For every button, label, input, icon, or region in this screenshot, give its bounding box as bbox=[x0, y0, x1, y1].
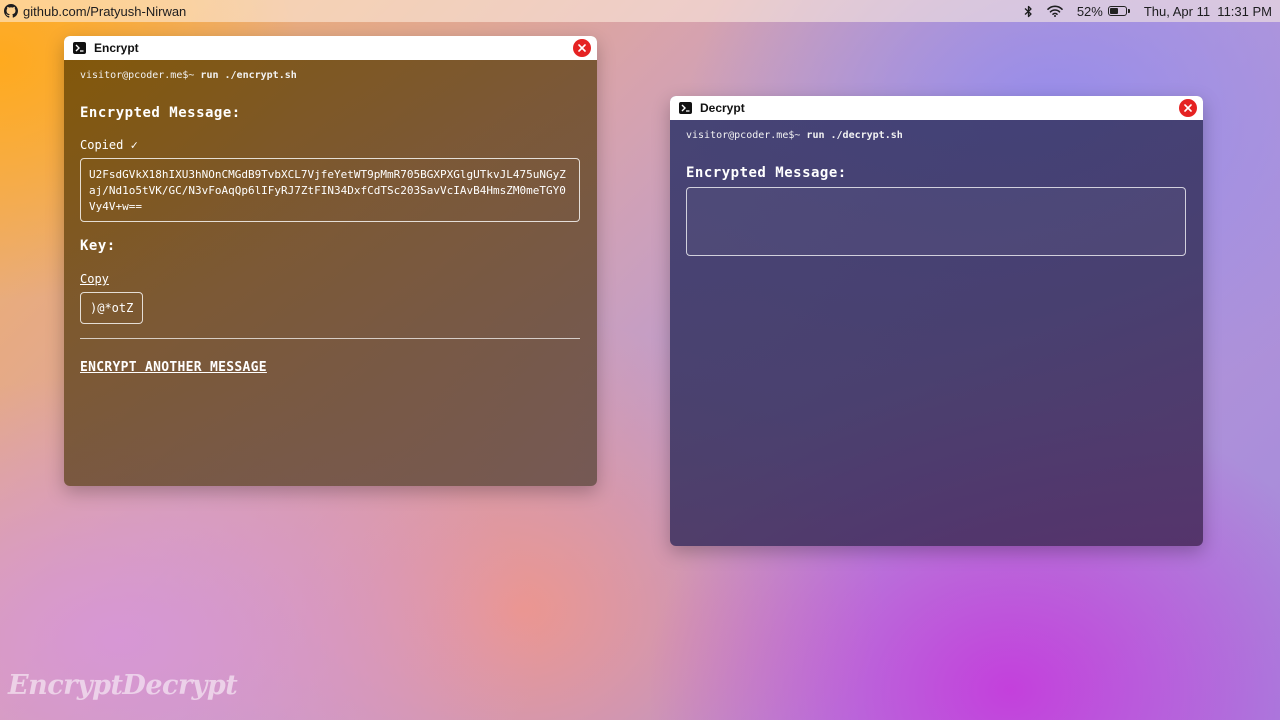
battery-icon bbox=[1107, 6, 1130, 16]
encrypted-message-output[interactable]: U2FsdGVkX18hIXU3hNOnCMGdB9TvbXCL7VjfeYet… bbox=[80, 158, 580, 222]
app-watermark: EncryptDecrypt bbox=[8, 670, 238, 701]
close-icon[interactable] bbox=[1179, 99, 1197, 117]
github-url[interactable]: github.com/Pratyush-Nirwan bbox=[23, 4, 186, 19]
close-icon[interactable] bbox=[573, 39, 591, 57]
battery-fill bbox=[1109, 8, 1118, 14]
battery-status[interactable]: 52% bbox=[1077, 4, 1130, 19]
prompt-command: run ./decrypt.sh bbox=[806, 130, 903, 141]
encrypt-another-button[interactable]: ENCRYPT ANOTHER MESSAGE bbox=[80, 360, 267, 375]
copy-key-wrapper: Copy bbox=[80, 268, 581, 287]
encrypted-message-heading: Encrypted Message: bbox=[80, 105, 241, 121]
key-box-wrapper: )@*otZ bbox=[80, 287, 581, 324]
key-heading: Key: bbox=[80, 238, 116, 254]
encrypt-window: Encrypt visitor@pcoder.me$~ run ./encryp… bbox=[64, 36, 597, 486]
bluetooth-icon[interactable] bbox=[1024, 5, 1033, 18]
prompt-command: run ./encrypt.sh bbox=[200, 70, 297, 81]
menu-bar-left: github.com/Pratyush-Nirwan bbox=[4, 4, 186, 19]
terminal-prompt: visitor@pcoder.me$~ run ./encrypt.sh bbox=[80, 70, 581, 81]
terminal-prompt: visitor@pcoder.me$~ run ./decrypt.sh bbox=[686, 130, 1187, 141]
terminal-icon bbox=[73, 42, 86, 54]
clock[interactable]: Thu, Apr 11 11:31 PM bbox=[1144, 4, 1272, 19]
encrypted-message-input[interactable] bbox=[686, 187, 1186, 256]
menu-bar-right: 52% Thu, Apr 11 11:31 PM bbox=[1024, 4, 1272, 19]
decrypt-window-body: visitor@pcoder.me$~ run ./decrypt.sh Enc… bbox=[670, 120, 1203, 256]
prompt-user: visitor@pcoder.me$~ bbox=[80, 70, 195, 81]
wifi-icon[interactable] bbox=[1047, 5, 1063, 17]
decrypt-window: Decrypt visitor@pcoder.me$~ run ./decryp… bbox=[670, 96, 1203, 546]
menu-bar: github.com/Pratyush-Nirwan 52% Thu, Apr … bbox=[0, 0, 1280, 22]
encrypt-window-body: visitor@pcoder.me$~ run ./encrypt.sh Enc… bbox=[64, 60, 597, 375]
divider bbox=[80, 338, 580, 339]
key-output[interactable]: )@*otZ bbox=[80, 292, 144, 324]
battery-percent: 52% bbox=[1076, 3, 1103, 19]
encrypt-another-wrapper: ENCRYPT ANOTHER MESSAGE bbox=[80, 356, 581, 375]
encrypt-window-title: Encrypt bbox=[94, 41, 139, 55]
github-icon bbox=[4, 4, 18, 18]
copied-status: Copied ✓ bbox=[80, 138, 138, 152]
decrypt-window-title: Decrypt bbox=[700, 101, 745, 115]
terminal-icon bbox=[679, 102, 692, 114]
prompt-user: visitor@pcoder.me$~ bbox=[686, 130, 801, 141]
decrypt-titlebar[interactable]: Decrypt bbox=[670, 96, 1203, 120]
encrypted-message-heading: Encrypted Message: bbox=[686, 165, 847, 181]
encrypt-titlebar[interactable]: Encrypt bbox=[64, 36, 597, 60]
copy-key-button[interactable]: Copy bbox=[80, 272, 109, 286]
